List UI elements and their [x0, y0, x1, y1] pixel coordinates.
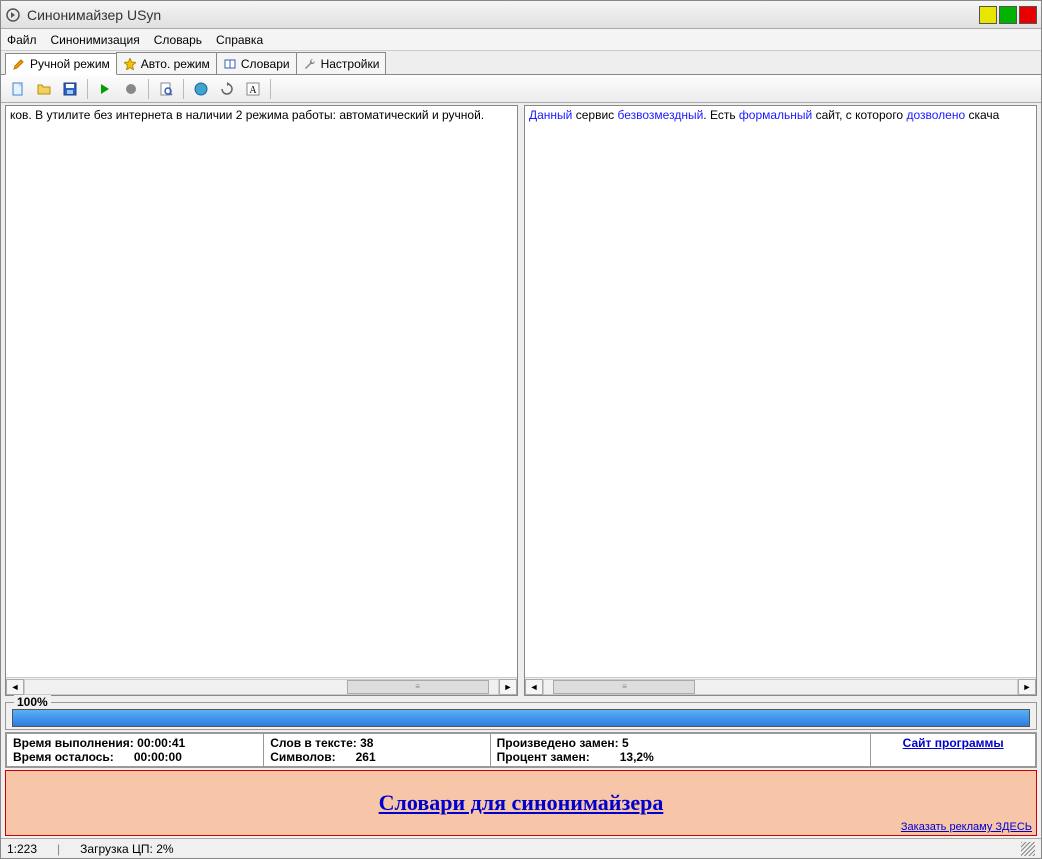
stat-cell: Время выполнения: 00:00:41 Время осталос… — [7, 734, 264, 767]
ad-banner: Словари для синонимайзера Заказать рекла… — [5, 770, 1037, 836]
titlebar: Синонимайзер USyn — [1, 1, 1041, 29]
toolbar-separator — [87, 79, 88, 99]
banner-order-link[interactable]: Заказать рекламу ЗДЕСЬ — [901, 821, 1032, 833]
stat-label: Произведено замен: — [497, 736, 619, 750]
stat-cell: Слов в тексте: 38 Символов: 261 — [264, 734, 490, 767]
scroll-right-button[interactable]: ► — [1018, 679, 1036, 695]
app-icon — [5, 7, 21, 23]
stat-label: Время выполнения: — [13, 736, 134, 750]
tab-manual[interactable]: Ручной режим — [5, 53, 117, 75]
stat-cell: Произведено замен: 5 Процент замен: 13,2… — [490, 734, 871, 767]
syn-word[interactable]: безвозмездный — [617, 108, 703, 122]
menubar: Файл Синонимизация Словарь Справка — [1, 29, 1041, 51]
scroll-left-button[interactable]: ◄ — [525, 679, 543, 695]
menu-file[interactable]: Файл — [7, 33, 37, 47]
toolbar-separator — [270, 79, 271, 99]
scroll-thumb[interactable]: ≡ — [347, 680, 489, 694]
status-separator: | — [57, 842, 60, 856]
menu-dict[interactable]: Словарь — [154, 33, 202, 47]
stat-value: 5 — [622, 736, 629, 750]
refresh-button[interactable] — [216, 78, 238, 100]
scroll-right-button[interactable]: ► — [499, 679, 517, 695]
right-scrollbar: ◄ ≡ ► — [525, 677, 1036, 695]
cpu-load: Загрузка ЦП: 2% — [80, 842, 173, 856]
scroll-thumb[interactable]: ≡ — [553, 680, 695, 694]
left-pane: ков. В утилите без интернета в наличии 2… — [5, 105, 518, 696]
tab-dicts-label: Словари — [241, 57, 290, 71]
banner-main-link[interactable]: Словари для синонимайзера — [379, 790, 664, 816]
progress-bar — [12, 709, 1030, 727]
close-button[interactable] — [1019, 6, 1037, 24]
site-link[interactable]: Сайт программы — [903, 736, 1004, 750]
source-text-content: ков. В утилите без интернета в наличии 2… — [10, 108, 484, 122]
tab-auto-label: Авто. режим — [141, 57, 210, 71]
new-file-button[interactable] — [7, 78, 29, 100]
menu-synon[interactable]: Синонимизация — [51, 33, 140, 47]
text-fragment: скача — [965, 108, 999, 122]
svg-text:A: A — [249, 85, 257, 96]
toolbar-separator — [148, 79, 149, 99]
toolbar-separator — [183, 79, 184, 99]
right-pane: Данный сервис безвозмездный. Есть формал… — [524, 105, 1037, 696]
scroll-track[interactable]: ≡ — [24, 679, 499, 695]
tab-settings-label: Настройки — [321, 57, 380, 71]
site-link-cell: Сайт программы — [871, 734, 1036, 767]
toolbar: A — [1, 75, 1041, 103]
stop-button[interactable] — [120, 78, 142, 100]
stat-label: Время осталось: — [13, 750, 114, 764]
save-button[interactable] — [59, 78, 81, 100]
scroll-left-button[interactable]: ◄ — [6, 679, 24, 695]
cursor-position: 1:223 — [7, 842, 37, 856]
syn-word[interactable]: Данный — [529, 108, 572, 122]
preview-button[interactable] — [155, 78, 177, 100]
run-button[interactable] — [94, 78, 116, 100]
tab-auto[interactable]: Авто. режим — [116, 52, 217, 74]
window-buttons — [979, 6, 1037, 24]
source-text[interactable]: ков. В утилите без интернета в наличии 2… — [6, 106, 517, 677]
stat-value: 13,2% — [620, 750, 654, 764]
stat-label: Слов в тексте: — [270, 736, 357, 750]
menu-help[interactable]: Справка — [216, 33, 263, 47]
text-fragment: сайт, с которого — [812, 108, 906, 122]
stat-value: 00:00:00 — [134, 750, 182, 764]
tab-settings[interactable]: Настройки — [296, 52, 387, 74]
progress-percent: 100% — [14, 695, 51, 709]
tabbar: Ручной режим Авто. режим Словари Настрой… — [1, 51, 1041, 75]
book-icon — [223, 57, 237, 71]
left-scrollbar: ◄ ≡ ► — [6, 677, 517, 695]
open-button[interactable] — [33, 78, 55, 100]
syn-word[interactable]: дозволено — [906, 108, 965, 122]
minimize-button[interactable] — [979, 6, 997, 24]
stat-value: 38 — [360, 736, 373, 750]
stat-value: 00:00:41 — [137, 736, 185, 750]
window-title: Синонимайзер USyn — [27, 7, 979, 23]
tab-manual-label: Ручной режим — [30, 57, 110, 71]
maximize-button[interactable] — [999, 6, 1017, 24]
progress-section: 100% — [5, 702, 1037, 730]
stat-label: Символов: — [270, 750, 335, 764]
pencil-icon — [12, 57, 26, 71]
stat-label: Процент замен: — [497, 750, 590, 764]
scroll-track[interactable]: ≡ — [543, 679, 1018, 695]
result-text[interactable]: Данный сервис безвозмездный. Есть формал… — [525, 106, 1036, 677]
stat-value: 261 — [356, 750, 376, 764]
resize-grip[interactable] — [1021, 842, 1035, 856]
statusbar: 1:223 | Загрузка ЦП: 2% — [1, 838, 1041, 858]
font-button[interactable]: A — [242, 78, 264, 100]
tab-dicts[interactable]: Словари — [216, 52, 297, 74]
syn-word[interactable]: формальный — [739, 108, 812, 122]
web-button[interactable] — [190, 78, 212, 100]
text-fragment: . Есть — [703, 108, 739, 122]
wrench-icon — [303, 57, 317, 71]
star-icon — [123, 57, 137, 71]
text-fragment: сервис — [572, 108, 617, 122]
stats-panel: Время выполнения: 00:00:41 Время осталос… — [5, 732, 1037, 768]
content-area: ков. В утилите без интернета в наличии 2… — [1, 103, 1041, 700]
